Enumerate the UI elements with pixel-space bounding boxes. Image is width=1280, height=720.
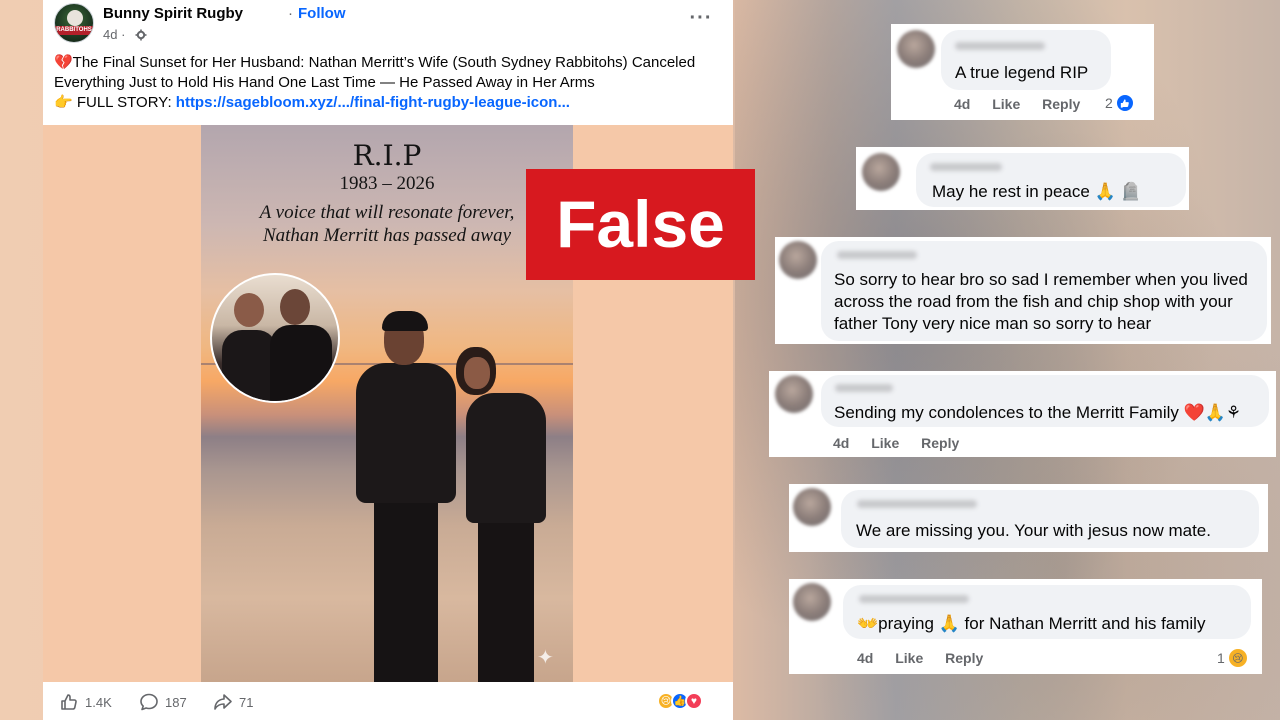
comment-text-line: So sorry to hear bro so sad I remember w… xyxy=(834,270,1248,289)
rip-quote: A voice that will resonate forever, Nath… xyxy=(201,201,573,247)
blurred-commenter-name xyxy=(859,595,969,603)
page-name[interactable]: Bunny Spirit Rugby xyxy=(103,5,243,22)
share-arrow-icon xyxy=(214,694,232,710)
woman-figure xyxy=(446,347,556,682)
commenter-avatar[interactable] xyxy=(775,375,813,413)
facebook-post: RABBITOHS Bunny Spirit Rugby · Follow 4d… xyxy=(43,0,733,720)
false-rating-stamp: False xyxy=(526,169,755,280)
rip-quote-line: A voice that will resonate forever, xyxy=(259,202,515,223)
reaction-count-value: 2 xyxy=(1105,95,1113,111)
blurred-commenter-name xyxy=(930,163,1002,171)
thumbs-up-icon xyxy=(61,694,77,710)
comment-bubble: 👐praying 🙏 for Nathan Merritt and his fa… xyxy=(843,585,1251,639)
reaction-summary[interactable]: 😢 👍 ♥ xyxy=(657,692,703,710)
like-count: 1.4K xyxy=(85,694,112,710)
comment-bubble: Sending my condolences to the Merritt Fa… xyxy=(821,375,1269,427)
post-header: RABBITOHS Bunny Spirit Rugby · Follow 4d… xyxy=(43,0,733,47)
comment-card: So sorry to hear bro so sad I remember w… xyxy=(775,237,1271,344)
comment-card: A true legend RIP 4d Like Reply 2 xyxy=(891,24,1154,120)
share-action[interactable]: 71 xyxy=(213,692,253,712)
like-action[interactable]: 1.4K xyxy=(59,692,112,712)
comment-time[interactable]: 4d xyxy=(857,650,873,666)
comment-card: We are missing you. Your with jesus now … xyxy=(789,484,1268,552)
comment-actions: 4d Like Reply xyxy=(833,435,977,451)
comment-actions: 4d Like Reply xyxy=(857,650,1001,666)
follow-button[interactable]: Follow xyxy=(298,5,346,22)
commenter-avatar[interactable] xyxy=(897,30,935,68)
post-footer: 1.4K 187 71 😢 👍 ♥ xyxy=(43,683,733,720)
comment-time[interactable]: 4d xyxy=(954,96,970,112)
comment-card: Sending my condolences to the Merritt Fa… xyxy=(769,371,1276,457)
comment-count: 187 xyxy=(165,694,187,710)
comment-bubble-icon xyxy=(140,693,158,711)
inset-couple-photo xyxy=(210,273,340,403)
comment-text: We are missing you. Your with jesus now … xyxy=(856,521,1211,540)
memorial-image[interactable]: R.I.P 1983 – 2026 A voice that will reso… xyxy=(201,125,573,682)
comment-bubble: A true legend RIP xyxy=(941,30,1111,90)
sparkle-icon: ✦ xyxy=(537,647,554,669)
rip-quote-line: Nathan Merritt has passed away xyxy=(262,225,512,246)
post-text-line: 👉 FULL STORY: https://sagebloom.xyz/.../… xyxy=(54,93,724,113)
blurred-commenter-name xyxy=(835,384,893,392)
comment-reply-button[interactable]: Reply xyxy=(921,435,959,451)
comment-bubble: So sorry to hear bro so sad I remember w… xyxy=(821,241,1267,341)
comment-card: 👐praying 🙏 for Nathan Merritt and his fa… xyxy=(789,579,1262,674)
comment-reaction-count[interactable]: 2 xyxy=(1105,93,1135,113)
sad-reaction-icon: 😢 xyxy=(1226,647,1249,669)
post-text: 💔The Final Sunset for Her Husband: Natha… xyxy=(54,53,724,113)
commenter-avatar[interactable] xyxy=(793,583,831,621)
comment-like-button[interactable]: Like xyxy=(992,96,1020,112)
post-text-line: Everything Just to Hold His Hand One Las… xyxy=(54,74,595,91)
follow-separator: · xyxy=(288,5,293,22)
comment-reply-button[interactable]: Reply xyxy=(945,650,983,666)
comment-like-button[interactable]: Like xyxy=(871,435,899,451)
rip-years: 1983 – 2026 xyxy=(339,173,435,194)
page-avatar[interactable]: RABBITOHS xyxy=(54,3,94,43)
story-link[interactable]: https://sagebloom.xyz/.../final-fight-ru… xyxy=(176,94,570,111)
comment-action[interactable]: 187 xyxy=(139,692,187,712)
comment-bubble: We are missing you. Your with jesus now … xyxy=(841,490,1259,548)
comment-text: Sending my condolences to the Merritt Fa… xyxy=(834,403,1242,422)
comment-card: May he rest in peace 🙏 🪦 xyxy=(856,147,1189,210)
comment-text: A true legend RIP xyxy=(955,63,1089,82)
reaction-count-value: 1 xyxy=(1217,650,1225,666)
comment-like-button[interactable]: Like xyxy=(895,650,923,666)
avatar-text: RABBITOHS xyxy=(55,26,93,35)
more-options-icon[interactable]: ··· xyxy=(689,8,713,34)
post-link-prefix: 👉 FULL STORY: xyxy=(54,94,176,111)
rip-title: R.I.P xyxy=(352,139,422,172)
share-count: 71 xyxy=(239,694,254,710)
blurred-commenter-name xyxy=(857,500,977,508)
love-reaction-icon: ♥ xyxy=(685,692,703,710)
comment-text-line: across the road from the fish and chip s… xyxy=(834,292,1233,311)
comment-actions: 4d Like Reply xyxy=(954,96,1098,112)
commenter-avatar[interactable] xyxy=(779,241,817,279)
blurred-commenter-name xyxy=(955,42,1045,50)
post-text-line: 💔The Final Sunset for Her Husband: Natha… xyxy=(54,54,696,71)
commenter-avatar[interactable] xyxy=(862,153,900,191)
comment-text: 👐praying 🙏 for Nathan Merritt and his fa… xyxy=(857,614,1206,633)
comment-text-line: father Tony very nice man so sorry to he… xyxy=(834,314,1152,333)
post-timestamp[interactable]: 4d · xyxy=(103,27,125,42)
comment-time[interactable]: 4d xyxy=(833,435,849,451)
comment-reaction-count[interactable]: 1 😢 xyxy=(1217,647,1249,669)
settings-gear-icon xyxy=(135,28,147,41)
like-reaction-icon xyxy=(1114,93,1135,113)
blurred-commenter-name xyxy=(837,251,917,259)
avatar-mascot xyxy=(67,10,83,26)
comment-text: May he rest in peace 🙏 🪦 xyxy=(932,182,1142,201)
comment-reply-button[interactable]: Reply xyxy=(1042,96,1080,112)
comment-bubble: May he rest in peace 🙏 🪦 xyxy=(916,153,1186,207)
commenter-avatar[interactable] xyxy=(793,488,831,526)
